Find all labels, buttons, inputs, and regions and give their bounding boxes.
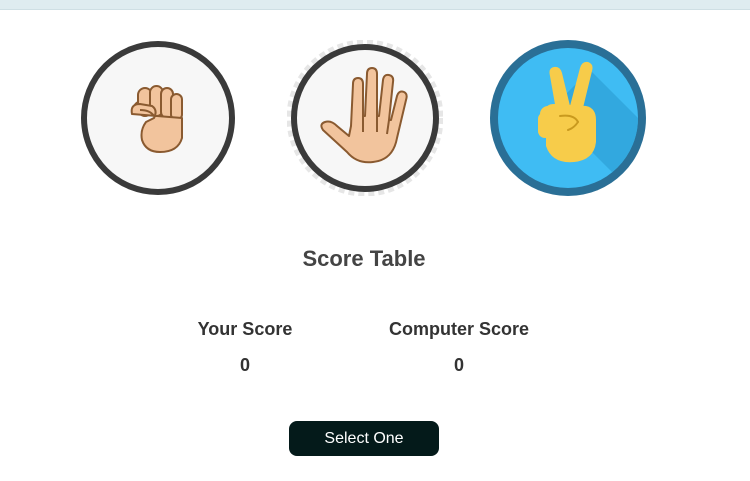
rock-fist-icon [81, 41, 235, 195]
paper-choice[interactable] [287, 40, 443, 196]
computer-score-column: Computer Score 0 [374, 319, 544, 376]
select-one-button[interactable]: Select One [289, 421, 439, 456]
your-score-column: Your Score 0 [170, 319, 320, 376]
computer-score-label: Computer Score [388, 319, 530, 339]
score-table-title: Score Table [302, 246, 426, 271]
your-score-label: Your Score [197, 319, 293, 339]
top-bar [0, 0, 750, 10]
paper-hand-icon [287, 40, 443, 196]
computer-score-value: 0 [453, 355, 464, 375]
rock-choice[interactable] [80, 40, 236, 196]
your-score-value: 0 [239, 355, 250, 375]
scissors-choice[interactable] [490, 40, 646, 196]
scissors-victory-hand-icon [490, 40, 646, 196]
